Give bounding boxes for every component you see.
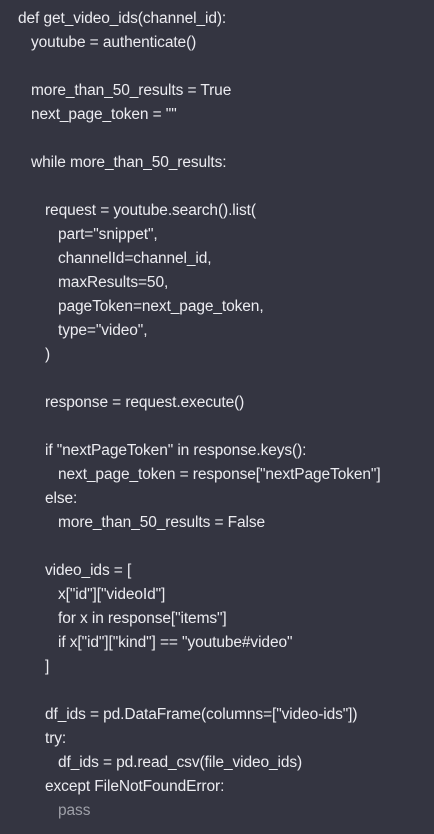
code-line: def get_video_ids(channel_id): — [18, 10, 227, 27]
code-line: for x in response["items"] — [58, 610, 227, 627]
code-line: request = youtube.search().list( — [45, 202, 256, 219]
code-line: response = request.execute() — [45, 394, 245, 411]
code-line: next_page_token = response["nextPageToke… — [58, 466, 381, 483]
code-line: while more_than_50_results: — [31, 154, 227, 171]
code-line: channelId=channel_id, — [58, 250, 212, 267]
code-line: more_than_50_results = True — [31, 82, 232, 99]
code-line: ] — [45, 658, 50, 675]
code-line: type="video", — [58, 322, 148, 339]
code-line: video_ids = [ — [45, 562, 132, 579]
code-line: else: — [45, 490, 78, 507]
code-line: df_ids = pd.DataFrame(columns=["video-id… — [45, 706, 358, 723]
code-line: x["id"]["videoId"] — [58, 586, 166, 603]
code-line: pageToken=next_page_token, — [58, 298, 264, 315]
code-block: def get_video_ids(channel_id):youtube = … — [0, 0, 434, 834]
code-line: part="snippet", — [58, 226, 158, 243]
code-line: df_ids = pd.read_csv(file_video_ids) — [58, 754, 303, 771]
code-line: if "nextPageToken" in response.keys(): — [45, 442, 307, 459]
code-line: except FileNotFoundError: — [45, 778, 225, 795]
code-line: ) — [45, 346, 51, 363]
code-line: youtube = authenticate() — [31, 34, 197, 51]
code-line: more_than_50_results = False — [58, 514, 266, 531]
code-line: next_page_token = "" — [31, 106, 177, 123]
code-line: if x["id"]["kind"] == "youtube#video" — [58, 634, 293, 651]
code-line: maxResults=50, — [58, 274, 169, 291]
code-line: pass — [58, 802, 91, 819]
code-line: try: — [45, 730, 67, 747]
